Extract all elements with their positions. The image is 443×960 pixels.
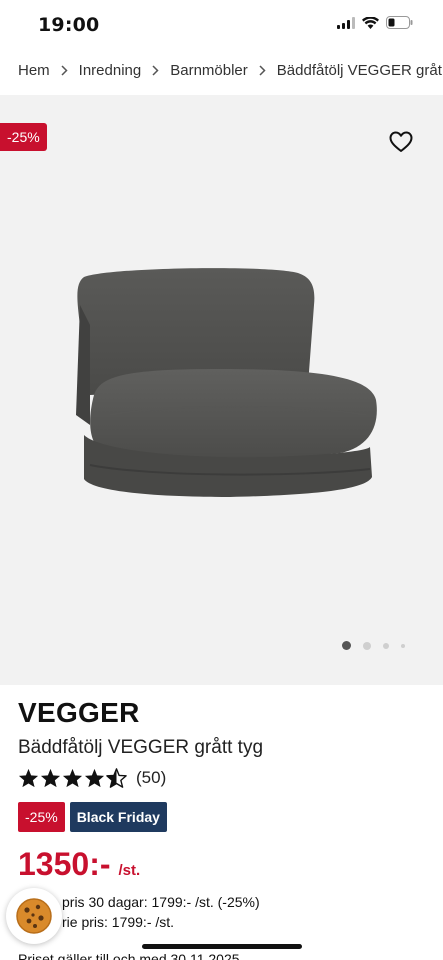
breadcrumb-current: Bäddfåtölj VEGGER gråt — [276, 61, 442, 79]
price-value: 1350:- — [18, 846, 111, 882]
home-indicator — [142, 944, 302, 949]
breadcrumb-home[interactable]: Hem — [18, 62, 50, 79]
armchair-bed-image — [76, 268, 377, 497]
chevron-right-icon — [259, 64, 266, 76]
black-friday-badge: Black Friday — [69, 802, 167, 832]
carousel-dot[interactable] — [383, 642, 389, 649]
signal-icon — [337, 16, 355, 29]
half-star-icon — [106, 768, 127, 788]
cookie-settings-button[interactable] — [6, 888, 62, 944]
breadcrumb-inredning[interactable]: Inredning — [79, 62, 142, 79]
status-bar: 19:00 — [0, 0, 443, 50]
price-unit: /st. — [118, 862, 141, 879]
ordinary-price-line: rie pris: 1799:- /st. — [62, 914, 175, 930]
status-time: 19:00 — [38, 14, 100, 36]
chevron-right-icon — [61, 64, 68, 76]
star-icon — [40, 768, 61, 788]
cookie-icon — [16, 898, 52, 934]
wishlist-button[interactable] — [389, 131, 413, 153]
lowest-price-line: pris 30 dagar: 1799:- /st. (-25%) — [62, 894, 260, 910]
product-gallery[interactable]: -25% — [0, 95, 443, 685]
product-title: VEGGER — [18, 697, 140, 728]
star-icon — [62, 768, 83, 788]
carousel-dot[interactable] — [363, 641, 371, 650]
heart-icon — [389, 131, 413, 152]
chevron-right-icon — [152, 64, 159, 76]
breadcrumb: Hem Inredning Barnmöbler Bäddfåtölj VEGG… — [18, 58, 443, 82]
wifi-icon — [362, 16, 379, 29]
battery-icon — [386, 16, 413, 29]
discount-tag: -25% — [0, 123, 47, 151]
price-validity-note: Priset gäller till och med 30.11.2025 — [18, 951, 240, 960]
product-price: 1350:- /st. — [18, 846, 140, 883]
product-rating[interactable]: (50) — [18, 768, 166, 788]
rating-stars — [18, 768, 127, 788]
price-history: pris 30 dagar: 1799:- /st. (-25%) rie pr… — [62, 892, 260, 932]
status-icons — [337, 16, 413, 29]
discount-badge: -25% — [18, 802, 65, 832]
carousel-dot-active[interactable] — [342, 641, 351, 650]
star-icon — [18, 768, 39, 788]
product-subtitle: Bäddfåtölj VEGGER grått tyg — [18, 737, 264, 758]
breadcrumb-barnmobler[interactable]: Barnmöbler — [170, 62, 248, 79]
rating-count[interactable]: (50) — [136, 768, 166, 788]
carousel-dots[interactable] — [342, 641, 405, 650]
carousel-dot[interactable] — [401, 643, 405, 648]
star-icon — [84, 768, 105, 788]
product-badges: -25% Black Friday — [18, 802, 167, 832]
